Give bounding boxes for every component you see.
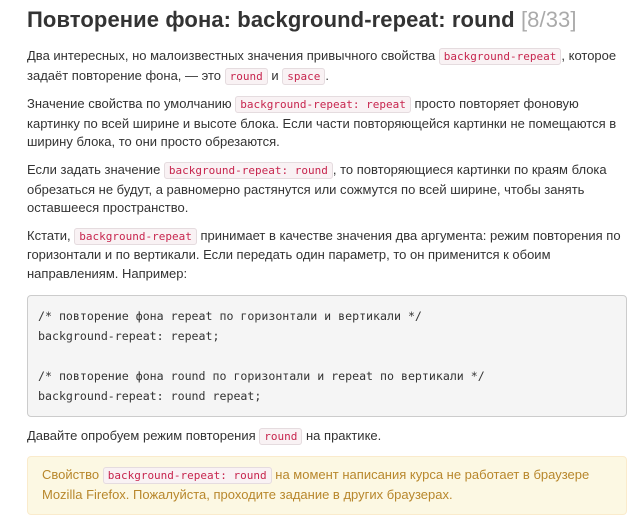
- inline-code: background-repeat: [74, 227, 197, 245]
- text-fragment: Значение свойства по умолчанию: [27, 96, 236, 112]
- text-fragment: на практике.: [302, 427, 382, 443]
- text-fragment: и: [267, 67, 283, 83]
- code-line: /* повторение фона repeat по горизонтали…: [38, 308, 422, 323]
- paragraph-practice: Давайте опробуем режим повторения round …: [27, 427, 627, 447]
- code-example-block: /* повторение фона repeat по горизонтали…: [27, 294, 627, 417]
- inline-code: background-repeat: round: [102, 467, 272, 485]
- inline-code: background-repeat: [438, 48, 562, 65]
- text-fragment: Два интересных, но малоизвестных значени…: [27, 48, 439, 63]
- text-fragment: Давайте опробуем режим повторения: [27, 427, 260, 443]
- inline-code: background-repeat: repeat: [235, 96, 411, 114]
- inline-code: round: [224, 67, 268, 85]
- code-line: /* повторение фона round по горизонтали …: [38, 368, 485, 383]
- text-fragment: .: [325, 67, 330, 83]
- page-title: Повторение фона: background-repeat: roun…: [27, 6, 627, 34]
- lesson-page: Повторение фона: background-repeat: roun…: [0, 0, 642, 515]
- code-line: background-repeat: repeat;: [38, 328, 220, 343]
- paragraph-two-arguments: Кстати, background-repeat принимает в ка…: [27, 227, 627, 284]
- text-fragment: Свойство: [42, 467, 103, 483]
- inline-code: background-repeat: round: [163, 161, 333, 179]
- lesson-counter: [8/33]: [520, 7, 577, 32]
- code-line: background-repeat: round repeat;: [38, 388, 262, 403]
- paragraph-intro: Два интересных, но малоизвестных значени…: [27, 47, 627, 86]
- text-fragment: Кстати,: [27, 227, 75, 243]
- inline-code: space: [282, 67, 326, 85]
- inline-code: round: [259, 427, 303, 445]
- text-fragment: Если задать значение: [27, 161, 164, 177]
- paragraph-round-value: Если задать значение background-repeat: …: [27, 161, 627, 218]
- paragraph-default-value: Значение свойства по умолчанию backgroun…: [27, 95, 627, 152]
- browser-warning-alert: Свойство background-repeat: round на мом…: [27, 456, 627, 515]
- page-title-text: Повторение фона: background-repeat: roun…: [27, 7, 515, 32]
